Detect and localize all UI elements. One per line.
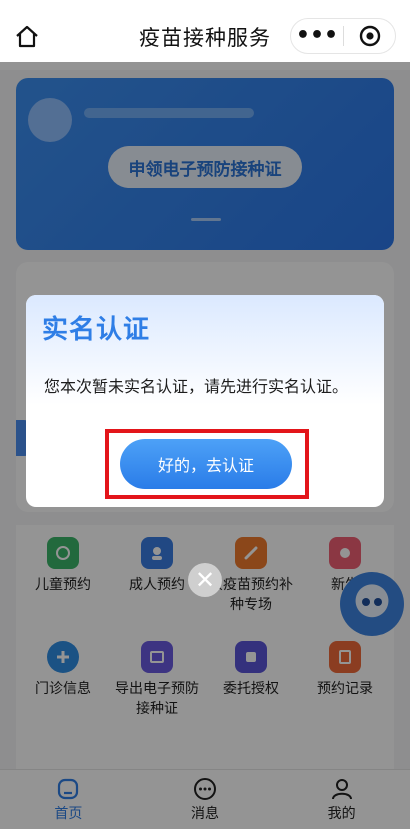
- target-icon: [359, 25, 380, 47]
- real-name-auth-dialog: 实名认证 您本次暂未实名认证，请先进行实名认证。 好的，去认证: [26, 295, 384, 507]
- dialog-title: 实名认证: [42, 315, 151, 345]
- close-miniprogram-button[interactable]: [344, 25, 395, 47]
- nav-bar: 疫苗接种服务 •••: [0, 0, 410, 70]
- go-verify-button[interactable]: 好的，去认证: [120, 439, 292, 489]
- more-button[interactable]: •••: [291, 25, 343, 47]
- close-icon[interactable]: ✕: [188, 563, 222, 597]
- dialog-message: 您本次暂未实名认证，请先进行实名认证。: [44, 377, 349, 396]
- mini-program-capsule: •••: [290, 18, 396, 54]
